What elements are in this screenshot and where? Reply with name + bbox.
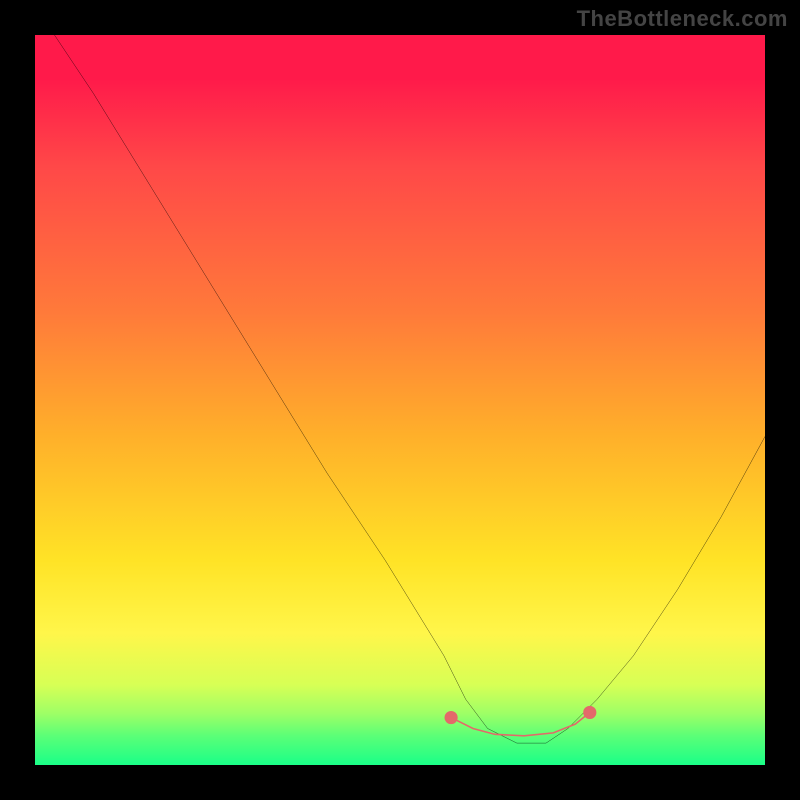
optimal-band <box>451 712 590 735</box>
optimal-band-dot-right <box>583 706 596 719</box>
curve-layer <box>35 35 765 765</box>
chart-frame: TheBottleneck.com <box>0 0 800 800</box>
bottleneck-curve <box>35 35 765 743</box>
plot-area <box>35 35 765 765</box>
optimal-band-dot-left <box>445 711 458 724</box>
watermark-text: TheBottleneck.com <box>577 6 788 32</box>
